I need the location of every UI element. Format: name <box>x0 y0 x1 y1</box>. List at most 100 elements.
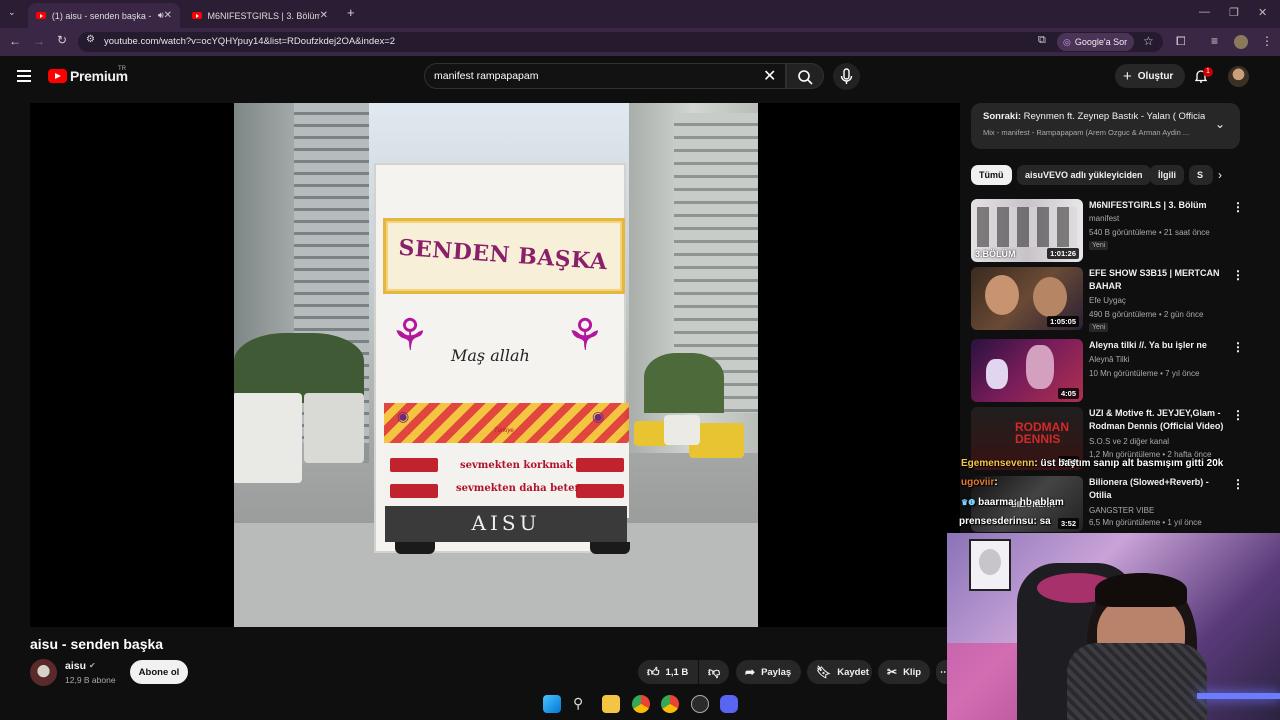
profile-avatar[interactable] <box>1234 35 1248 49</box>
install-app-icon[interactable]: ⧉ <box>1038 34 1046 47</box>
chrome-icon[interactable] <box>661 695 679 713</box>
google-ask-label: Google'a Sor <box>1074 37 1128 47</box>
truck-bumper-text: AISU <box>471 511 541 535</box>
chat-text: : <box>994 477 998 488</box>
chevron-right-icon[interactable]: › <box>1218 168 1222 182</box>
thumbs-up-icon: 👍︎ <box>647 664 660 679</box>
video-channel[interactable]: Aleynâ Tilki <box>1089 355 1129 364</box>
video-title[interactable]: EFE SHOW S3B15 | MERTCAN BAHAR <box>1089 267 1229 293</box>
kebab-menu-icon[interactable]: ⋮ <box>1232 408 1244 422</box>
playlist-subtitle: Mix - manifest - Rampapapam (Arem Ozguc … <box>983 128 1190 137</box>
chat-message: Egemensevenn: üst baştım sanıp alt basmı… <box>961 458 1223 469</box>
site-info-icon[interactable]: ⚙ <box>86 34 95 45</box>
tab-title: M6NIFESTGIRLS | 3. Bölüm - Yo <box>207 10 320 21</box>
windows-start-icon[interactable] <box>543 695 561 713</box>
like-count: 1,1 B <box>665 666 689 678</box>
playlist-next: Sonraki: Reynmen ft. Zeynep Bastık - Yal… <box>983 111 1205 122</box>
video-thumbnail[interactable]: 4:05 <box>971 339 1083 402</box>
minimize-icon[interactable]: — <box>1199 6 1210 18</box>
scissors-icon: ✂ <box>887 665 898 679</box>
channel-avatar[interactable] <box>30 659 57 686</box>
bookmark-star-icon[interactable]: ☆ <box>1143 34 1154 48</box>
kebab-menu-icon[interactable]: ⋮ <box>1232 200 1244 214</box>
clip-button[interactable]: ✂ Klip <box>878 660 930 684</box>
video-meta: 6,5 Mn görüntüleme • 1 yıl önce <box>1089 518 1202 527</box>
discord-icon[interactable] <box>720 695 738 713</box>
chat-text: : üst baştım sanıp alt basmışım gitti 20… <box>1034 458 1224 469</box>
dislike-button[interactable]: 👎︎ <box>699 660 729 684</box>
account-avatar[interactable] <box>1228 66 1249 87</box>
chat-badges-icon: ♛❶ <box>961 498 976 507</box>
video-meta: 490 B görüntüleme • 2 gün önce <box>1089 310 1204 319</box>
video-thumbnail[interactable]: 3.BÖLÜM 1:01:26 <box>971 199 1083 262</box>
chat-user: Egemensevenn <box>961 458 1035 469</box>
subscribe-button[interactable]: Abone ol <box>130 660 188 684</box>
search-icon[interactable]: ⚲ <box>573 695 583 712</box>
maximize-icon[interactable]: ❐ <box>1229 6 1239 19</box>
chrome-icon[interactable] <box>632 695 650 713</box>
video-title[interactable]: M6NIFESTGIRLS | 3. Bölüm <box>1089 199 1229 212</box>
like-button[interactable]: 👍︎ 1,1 B <box>638 660 698 684</box>
kebab-menu-icon[interactable]: ⋮ <box>1232 477 1244 491</box>
obs-icon[interactable] <box>691 695 709 713</box>
save-button[interactable]: 🔖︎ Kaydet <box>807 660 872 684</box>
thumb-text: RODMAN DENNIS <box>1015 420 1069 446</box>
chat-user: baarma <box>978 497 1014 508</box>
video-title[interactable]: UZI & Motive ft. JEYJEY,Glam - Rodman De… <box>1089 407 1229 433</box>
reload-icon[interactable]: ↻ <box>57 33 67 47</box>
duration: 1:05:05 <box>1047 316 1079 327</box>
tab-title: (1) aisu - senden başka - Yo <box>51 10 154 21</box>
eye-right-icon: ◉ <box>592 408 605 424</box>
google-lens-button[interactable]: ◎ Google'a Sor <box>1057 33 1134 51</box>
hamburger-menu-icon[interactable] <box>17 70 31 82</box>
truck-line-1: sevmekten korkmak <box>460 460 574 471</box>
tail-lamp <box>390 458 438 472</box>
search-button[interactable] <box>786 63 824 89</box>
kebab-menu-icon[interactable]: ⋮ <box>1232 268 1244 282</box>
video-channel[interactable]: S.O.S ve 2 diğer kanal <box>1089 437 1169 446</box>
kebab-menu-icon[interactable]: ⋮ <box>1232 340 1244 354</box>
chip-all[interactable]: Tümü <box>971 165 1012 185</box>
new-badge: Yeni <box>1089 323 1109 332</box>
media-control-icon[interactable]: ≡ <box>1211 34 1218 48</box>
close-icon[interactable]: ✕ <box>164 10 172 21</box>
video-channel[interactable]: Efe Uygaç <box>1089 296 1126 305</box>
more-menu-icon[interactable]: ⋮ <box>1261 34 1273 48</box>
file-explorer-icon[interactable] <box>602 695 620 713</box>
video-channel[interactable]: GANGSTER VIBE <box>1089 506 1154 515</box>
video-title[interactable]: Aleyna tilki //. Ya bu işler ne <box>1089 339 1229 352</box>
van <box>234 393 302 483</box>
close-icon[interactable]: ✕ <box>320 10 328 21</box>
back-icon[interactable]: ← <box>9 34 21 48</box>
channel-name[interactable]: aisu <box>65 660 86 672</box>
voice-search-button[interactable] <box>833 63 860 90</box>
notification-count: 1 <box>1203 67 1213 77</box>
chevron-down-icon[interactable]: ⌄ <box>1215 117 1225 131</box>
chat-message: ugoviir: <box>961 477 998 488</box>
clip-label: Klip <box>903 666 922 678</box>
tail-lamp <box>576 458 624 472</box>
chip-uploader[interactable]: aisuVEVO adlı yükleyiciden <box>1017 165 1151 185</box>
video-title[interactable]: Bilionera (Slowed+Reverb) - Otilia <box>1089 476 1229 502</box>
youtube-logo-icon[interactable] <box>48 69 67 83</box>
forward-icon[interactable]: → <box>33 34 45 48</box>
video-title: aisu - senden başka <box>30 636 164 652</box>
tab-aisu[interactable]: (1) aisu - senden başka - Yo 🔊︎ ✕ <box>28 3 180 28</box>
eye-left-icon: ◉ <box>397 408 410 424</box>
url-text: youtube.com/watch?v=ocYQHYpuy14&list=RDo… <box>104 36 396 47</box>
extensions-icon[interactable]: ⧠ <box>1176 34 1186 49</box>
tab-m6nifest[interactable]: M6NIFESTGIRLS | 3. Bölüm - Yo ✕ <box>184 3 336 28</box>
new-tab-button[interactable]: + <box>347 5 355 20</box>
chip-related[interactable]: İlgili <box>1150 165 1184 185</box>
duration: 1:01:26 <box>1047 248 1079 259</box>
chip-more[interactable]: S <box>1189 165 1213 185</box>
playlist-panel[interactable] <box>971 103 1240 149</box>
tab-search-icon[interactable]: ⌄ <box>8 7 16 18</box>
clear-search-icon[interactable]: ✕ <box>763 66 776 86</box>
close-window-icon[interactable]: ✕ <box>1258 6 1267 19</box>
create-button[interactable]: + Oluştur <box>1115 64 1185 88</box>
video-meta: 540 B görüntüleme • 21 saat önce <box>1089 228 1210 237</box>
video-thumbnail[interactable]: 1:05:05 <box>971 267 1083 330</box>
share-button[interactable]: ➦ Paylaş <box>736 660 801 684</box>
video-channel[interactable]: manifest <box>1089 214 1119 223</box>
